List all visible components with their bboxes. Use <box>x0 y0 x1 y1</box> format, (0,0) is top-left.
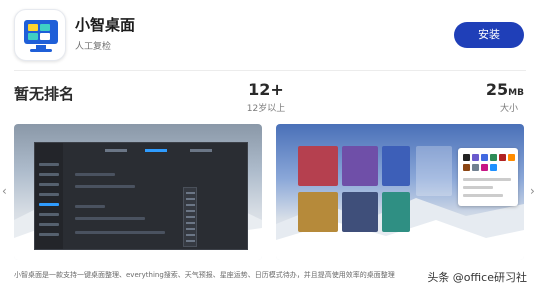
divider <box>14 70 526 71</box>
desktop-tile <box>382 192 410 232</box>
age-rating-value: 12+ <box>248 80 284 99</box>
screenshot-2[interactable] <box>276 124 524 260</box>
settings-window-preview <box>34 142 248 250</box>
desktop-tile <box>298 146 338 186</box>
desktop-tile <box>382 146 410 186</box>
next-screenshot-arrow-icon[interactable]: › <box>530 184 535 198</box>
desktop-tile <box>342 192 378 232</box>
screenshot-1[interactable] <box>14 124 262 260</box>
app-subtitle: 人工复检 <box>75 42 112 52</box>
install-button[interactable]: 安装 <box>454 22 524 48</box>
rank-text: 暂无排名 <box>14 85 75 103</box>
app-description: 小智桌面是一款支持一键桌面整理、everything搜索、天气预报、星座运势、日… <box>14 271 395 279</box>
size-label: 大小 <box>499 104 518 114</box>
desktop-tile <box>298 192 338 232</box>
age-rating-label: 12岁以上 <box>246 104 286 114</box>
watermark: 头条 @office研习社 <box>424 268 530 286</box>
color-palette-popup <box>458 148 518 206</box>
monitor-icon <box>24 20 58 44</box>
desktop-tile <box>342 146 378 186</box>
prev-screenshot-arrow-icon[interactable]: ‹ <box>2 184 7 198</box>
app-title: 小智桌面 <box>75 16 136 34</box>
weather-widget <box>416 146 452 196</box>
app-icon <box>14 9 66 61</box>
size-value: 25MB <box>485 80 524 99</box>
